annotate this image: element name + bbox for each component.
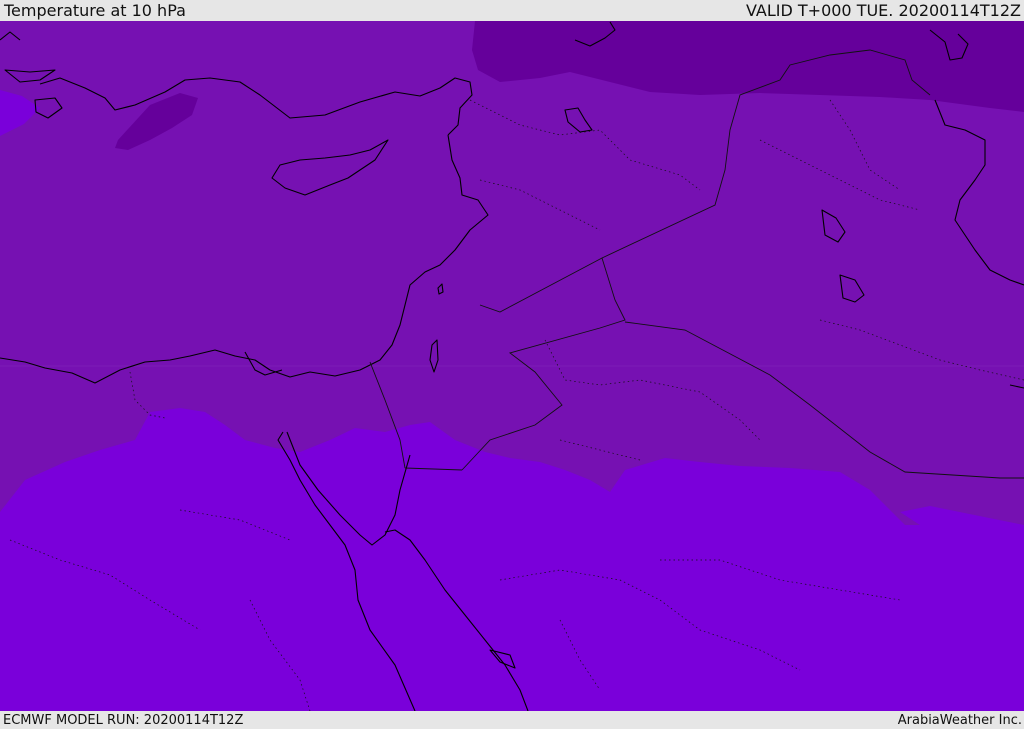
credit-label: ArabiaWeather Inc. (897, 712, 1022, 728)
map-canvas[interactable] (0, 21, 1024, 711)
valid-time-label: VALID T+000 TUE. 20200114T12Z (745, 1, 1021, 20)
footer-bar: ECMWF MODEL RUN: 20200114T12Z ArabiaWeat… (0, 711, 1024, 729)
map-title: Temperature at 10 hPa (4, 1, 186, 20)
model-run-label: ECMWF MODEL RUN: 20200114T12Z (3, 712, 244, 728)
header-bar: Temperature at 10 hPa VALID T+000 TUE. 2… (0, 0, 1024, 21)
